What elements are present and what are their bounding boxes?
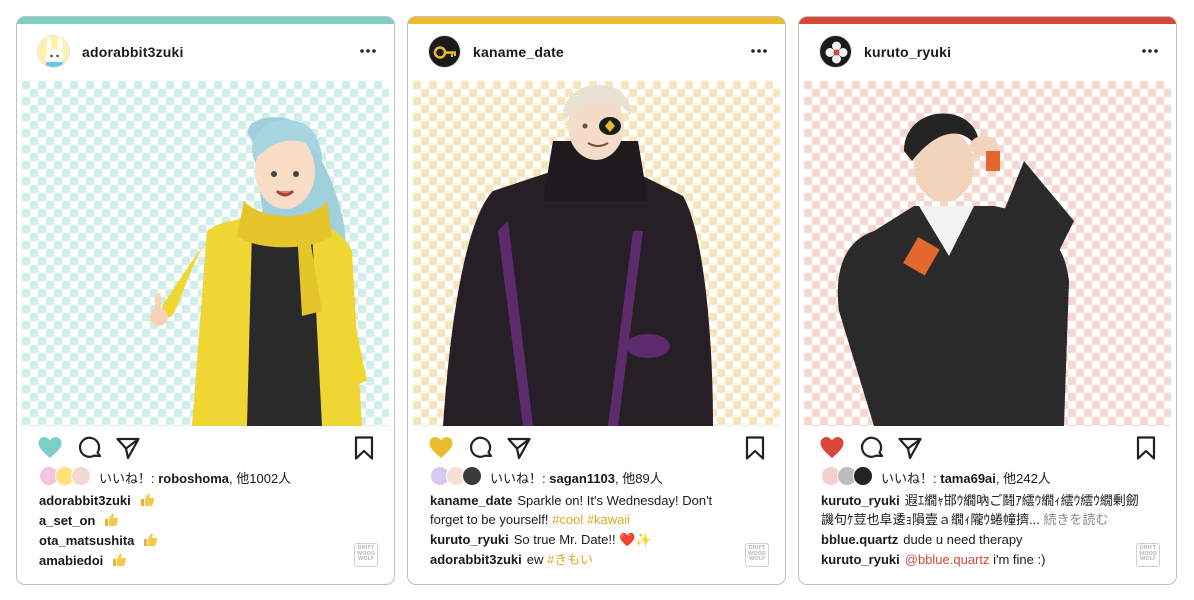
- post-photo[interactable]: [413, 81, 780, 426]
- post-photo[interactable]: [804, 81, 1171, 426]
- thumbs-up-icon: [105, 513, 119, 526]
- post-header: adorabbit3zuki: [17, 31, 394, 75]
- avatar[interactable]: [71, 466, 91, 486]
- post-card-kaname-date: kaname_date いいね！: sagan1103, 他89人 kaname…: [407, 16, 786, 585]
- card-accent-bar: [17, 17, 394, 24]
- comment-text: i'm fine :): [993, 552, 1046, 567]
- comment-username[interactable]: adorabbit3zuki: [430, 552, 522, 567]
- watermark-logo: DRIFT WOOD WOLF: [745, 543, 769, 567]
- character-illustration: [804, 81, 1171, 426]
- share-icon[interactable]: [506, 435, 532, 461]
- character-illustration: [22, 81, 389, 426]
- avatar[interactable]: [819, 35, 852, 68]
- comment-icon[interactable]: [468, 435, 494, 461]
- avatar[interactable]: [853, 466, 873, 486]
- username[interactable]: kaname_date: [473, 44, 564, 60]
- watermark-logo: DRIFT WOOD WOLF: [1136, 543, 1160, 567]
- post-card-kuruto-ryuki: kuruto_ryuki いいね！: tama69ai, 他242人 kurut…: [798, 16, 1177, 585]
- username[interactable]: adorabbit3zuki: [82, 44, 184, 60]
- liker-avatars: [39, 466, 97, 486]
- comment-username[interactable]: a_set_on: [39, 513, 95, 528]
- avatar[interactable]: [428, 35, 461, 68]
- comment-icon[interactable]: [77, 435, 103, 461]
- comment-username[interactable]: ota_matsushita: [39, 533, 134, 548]
- comment-username[interactable]: kuruto_ryuki: [821, 493, 900, 508]
- avatar[interactable]: [37, 35, 70, 68]
- comment-username[interactable]: kuruto_ryuki: [430, 532, 509, 547]
- post-header: kaname_date: [408, 31, 785, 75]
- comments-list: kuruto_ryuki 遐ｴ繝ｬ邯ｳ繝吶ご鬪ｱ繧ｳ繝ｨ繧ｳ繧ｳ繝剰劒譏句ｹ荳也阜…: [821, 491, 1140, 570]
- comment-icon[interactable]: [859, 435, 885, 461]
- liker-avatars: [430, 466, 488, 486]
- key-icon: [429, 36, 460, 67]
- rabbit-mascot-icon: [38, 36, 69, 67]
- comment: amabiedoi: [39, 551, 358, 570]
- character-illustration: [413, 81, 780, 426]
- comment-username[interactable]: adorabbit3zuki: [39, 493, 131, 508]
- comment: kuruto_ryuki 遐ｴ繝ｬ邯ｳ繝吶ご鬪ｱ繧ｳ繝ｨ繧ｳ繧ｳ繝剰劒譏句ｹ荳也阜…: [821, 491, 1140, 529]
- comment: kuruto_ryuki @bblue.quartz i'm fine :): [821, 550, 1140, 569]
- comment-text: So true Mr. Date!! ❤️✨: [513, 532, 652, 547]
- comment: adorabbit3zuki ew #きもい: [430, 550, 749, 569]
- comment: kuruto_ryuki So true Mr. Date!! ❤️✨: [430, 530, 749, 549]
- thumbs-up-icon: [144, 533, 158, 546]
- likes-count[interactable]: いいね！: roboshoma, 他1002人: [99, 468, 291, 487]
- card-accent-bar: [799, 17, 1176, 24]
- liker-avatars: [821, 466, 879, 486]
- hashtags[interactable]: #きもい: [547, 552, 593, 567]
- more-options-icon[interactable]: [1140, 41, 1160, 61]
- comment-username[interactable]: amabiedoi: [39, 553, 103, 568]
- comments-list: adorabbit3zuki a_set_on ota_matsushita a…: [39, 491, 358, 571]
- comment-username[interactable]: bblue.quartz: [821, 532, 898, 547]
- more-options-icon[interactable]: [749, 41, 769, 61]
- bookmark-icon[interactable]: [742, 435, 768, 461]
- comment: ota_matsushita: [39, 531, 358, 550]
- card-accent-bar: [408, 17, 785, 24]
- likes-row: いいね！: sagan1103, 他89人: [430, 466, 775, 486]
- bookmark-icon[interactable]: [351, 435, 377, 461]
- comments-list: kaname_date Sparkle on! It's Wednesday! D…: [430, 491, 749, 570]
- read-more-link[interactable]: 続きを読む: [1043, 512, 1108, 527]
- comment-text: ew: [526, 552, 544, 567]
- watermark-logo: DRIFT WOOD WOLF: [354, 543, 378, 567]
- comment: a_set_on: [39, 511, 358, 530]
- likes-count[interactable]: いいね！: tama69ai, 他242人: [881, 468, 1051, 487]
- flower-icon: [820, 36, 851, 67]
- hashtags[interactable]: #cool #kawaii: [552, 512, 630, 527]
- post-card-adorabbit3zuki: adorabbit3zuki いいね！: roboshoma, 他1002人 a…: [16, 16, 395, 585]
- comment-text: dude u need therapy: [903, 532, 1023, 547]
- username[interactable]: kuruto_ryuki: [864, 44, 951, 60]
- post-header: kuruto_ryuki: [799, 31, 1176, 75]
- comment: kaname_date Sparkle on! It's Wednesday! D…: [430, 491, 749, 529]
- share-icon[interactable]: [897, 435, 923, 461]
- thumbs-up-icon: [140, 493, 154, 506]
- comment-username[interactable]: kaname_date: [430, 493, 512, 508]
- post-photo[interactable]: [22, 81, 389, 426]
- heart-icon[interactable]: [428, 435, 454, 461]
- comment: adorabbit3zuki: [39, 491, 358, 510]
- likes-count[interactable]: いいね！: sagan1103, 他89人: [490, 468, 663, 487]
- avatar[interactable]: [462, 466, 482, 486]
- share-icon[interactable]: [115, 435, 141, 461]
- post-actions: [408, 435, 785, 463]
- post-actions: [799, 435, 1176, 463]
- likes-row: いいね！: tama69ai, 他242人: [821, 466, 1166, 486]
- more-options-icon[interactable]: [358, 41, 378, 61]
- heart-icon[interactable]: [819, 435, 845, 461]
- post-actions: [17, 435, 394, 463]
- mention-link[interactable]: @bblue.quartz: [905, 552, 990, 567]
- likes-row: いいね！: roboshoma, 他1002人: [39, 466, 384, 486]
- heart-icon[interactable]: [37, 435, 63, 461]
- comment: bblue.quartz dude u need therapy: [821, 530, 1140, 549]
- thumbs-up-icon: [113, 553, 127, 566]
- comment-username[interactable]: kuruto_ryuki: [821, 552, 900, 567]
- bookmark-icon[interactable]: [1133, 435, 1159, 461]
